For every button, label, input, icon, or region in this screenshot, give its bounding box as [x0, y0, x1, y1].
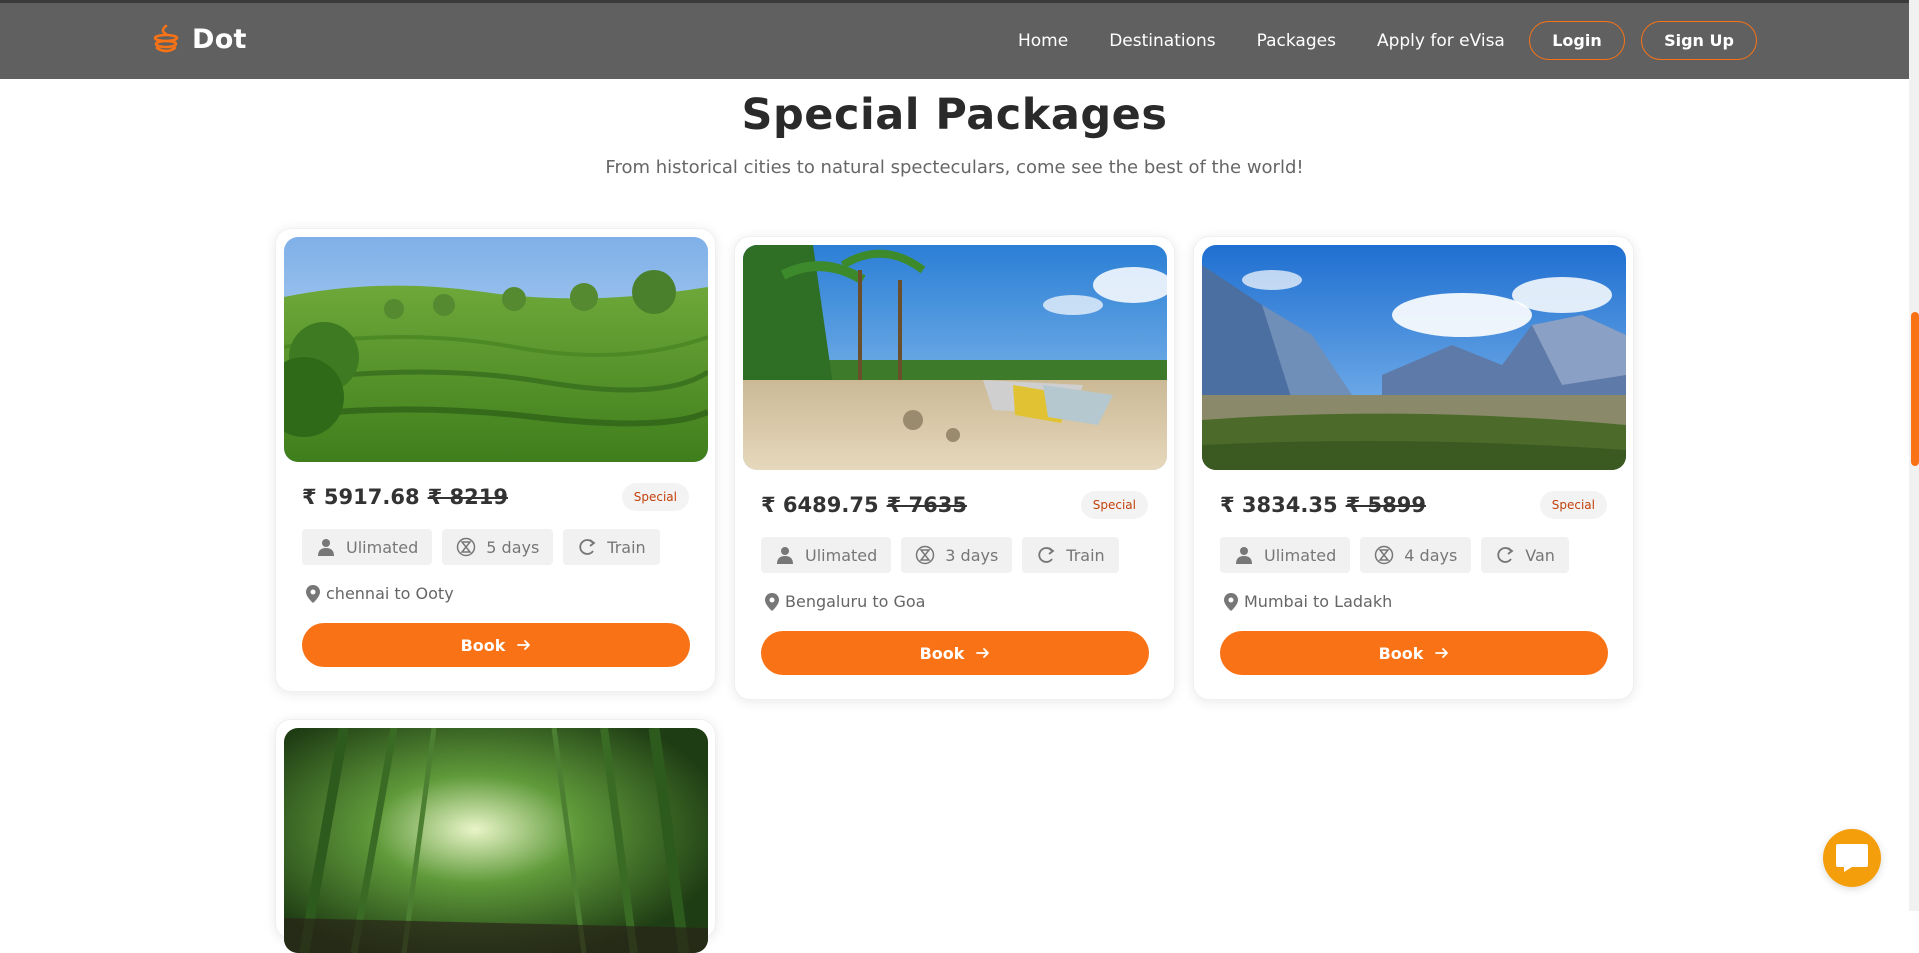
transport-icon: [579, 539, 596, 555]
route-label: Bengaluru to Goa: [785, 592, 926, 611]
brand-name: Dot: [192, 23, 247, 55]
package-card: [275, 719, 716, 953]
map-pin-icon: [765, 592, 779, 611]
navbar: Dot Home Destinations Packages Apply for…: [0, 3, 1909, 79]
old-price: ₹ 5899: [1345, 493, 1426, 517]
price-row: ₹ 5917.68 ₹ 8219: [302, 485, 508, 509]
transport-chip: Van: [1481, 537, 1569, 573]
package-card: ₹ 6489.75 ₹ 7635 Special Ulimated 3 days…: [734, 236, 1175, 700]
package-card: ₹ 5917.68 ₹ 8219 Special Ulimated 5 days…: [275, 228, 716, 692]
book-button[interactable]: Book: [1220, 631, 1608, 675]
duration-label: 3 days: [945, 545, 999, 565]
people-label: Ulimated: [805, 545, 878, 565]
transport-chip: Train: [563, 529, 660, 565]
package-card: ₹ 3834.35 ₹ 5899 Special Ulimated 4 days…: [1193, 236, 1634, 700]
nav-packages[interactable]: Packages: [1257, 31, 1336, 51]
people-label: Ulimated: [346, 537, 419, 557]
route: Mumbai to Ladakh: [1224, 592, 1392, 611]
book-label: Book: [460, 635, 506, 655]
scrollbar-thumb[interactable]: [1911, 312, 1919, 466]
book-button[interactable]: Book: [761, 631, 1149, 675]
duration-label: 5 days: [486, 537, 540, 557]
old-price: ₹ 7635: [886, 493, 967, 517]
special-badge: Special: [1539, 491, 1607, 519]
stacked-orange-logo-icon: [153, 24, 179, 53]
package-image: [743, 245, 1167, 470]
hourglass-icon: [1375, 545, 1394, 565]
price-row: ₹ 6489.75 ₹ 7635: [761, 493, 967, 517]
package-features: Ulimated 5 days Train: [302, 529, 660, 565]
user-icon: [318, 539, 334, 556]
people-chip: Ulimated: [1220, 537, 1351, 573]
arrow-right-icon: [1435, 648, 1449, 658]
price: ₹ 6489.75: [761, 493, 879, 517]
price-row: ₹ 3834.35 ₹ 5899: [1220, 493, 1426, 517]
login-button[interactable]: Login: [1529, 21, 1625, 60]
package-image: [284, 728, 708, 953]
transport-chip: Train: [1022, 537, 1119, 573]
user-icon: [1236, 547, 1252, 564]
map-pin-icon: [306, 584, 320, 603]
section-subtitle: From historical cities to natural specte…: [605, 157, 1304, 178]
hourglass-icon: [457, 537, 476, 557]
duration-chip: 4 days: [1360, 537, 1472, 573]
route: chennai to Ooty: [306, 584, 454, 603]
transport-label: Train: [1066, 545, 1105, 565]
package-image: [1202, 245, 1626, 470]
special-badge: Special: [621, 483, 689, 511]
book-button[interactable]: Book: [302, 623, 690, 667]
book-label: Book: [919, 643, 965, 663]
duration-chip: 5 days: [442, 529, 554, 565]
duration-chip: 3 days: [901, 537, 1013, 573]
nav-destinations[interactable]: Destinations: [1109, 31, 1215, 51]
chat-button[interactable]: [1823, 829, 1881, 887]
transport-icon: [1497, 547, 1514, 563]
special-badge: Special: [1080, 491, 1148, 519]
package-features: Ulimated 3 days Train: [761, 537, 1119, 573]
arrow-right-icon: [976, 648, 990, 658]
section-title: Special Packages: [741, 90, 1168, 140]
price: ₹ 3834.35: [1220, 493, 1338, 517]
duration-label: 4 days: [1404, 545, 1458, 565]
book-label: Book: [1378, 643, 1424, 663]
package-features: Ulimated 4 days Van: [1220, 537, 1569, 573]
people-label: Ulimated: [1264, 545, 1337, 565]
arrow-right-icon: [517, 640, 531, 650]
transport-icon: [1038, 547, 1055, 563]
transport-label: Train: [607, 537, 646, 557]
user-icon: [777, 547, 793, 564]
price: ₹ 5917.68: [302, 485, 420, 509]
nav-home[interactable]: Home: [1018, 31, 1068, 51]
route-label: Mumbai to Ladakh: [1244, 592, 1393, 611]
brand[interactable]: Dot: [150, 23, 247, 55]
signup-button[interactable]: Sign Up: [1641, 21, 1757, 60]
people-chip: Ulimated: [761, 537, 892, 573]
chat-bubble-icon: [1836, 844, 1868, 872]
package-image: [284, 237, 708, 462]
nav-apply-evisa[interactable]: Apply for eVisa: [1377, 31, 1505, 51]
old-price: ₹ 8219: [427, 485, 508, 509]
hourglass-icon: [916, 545, 935, 565]
route: Bengaluru to Goa: [765, 592, 925, 611]
main-nav: Home Destinations Packages Apply for eVi…: [1018, 3, 1546, 79]
map-pin-icon: [1224, 592, 1238, 611]
transport-label: Van: [1525, 545, 1555, 565]
route-label: chennai to Ooty: [326, 584, 454, 603]
people-chip: Ulimated: [302, 529, 433, 565]
